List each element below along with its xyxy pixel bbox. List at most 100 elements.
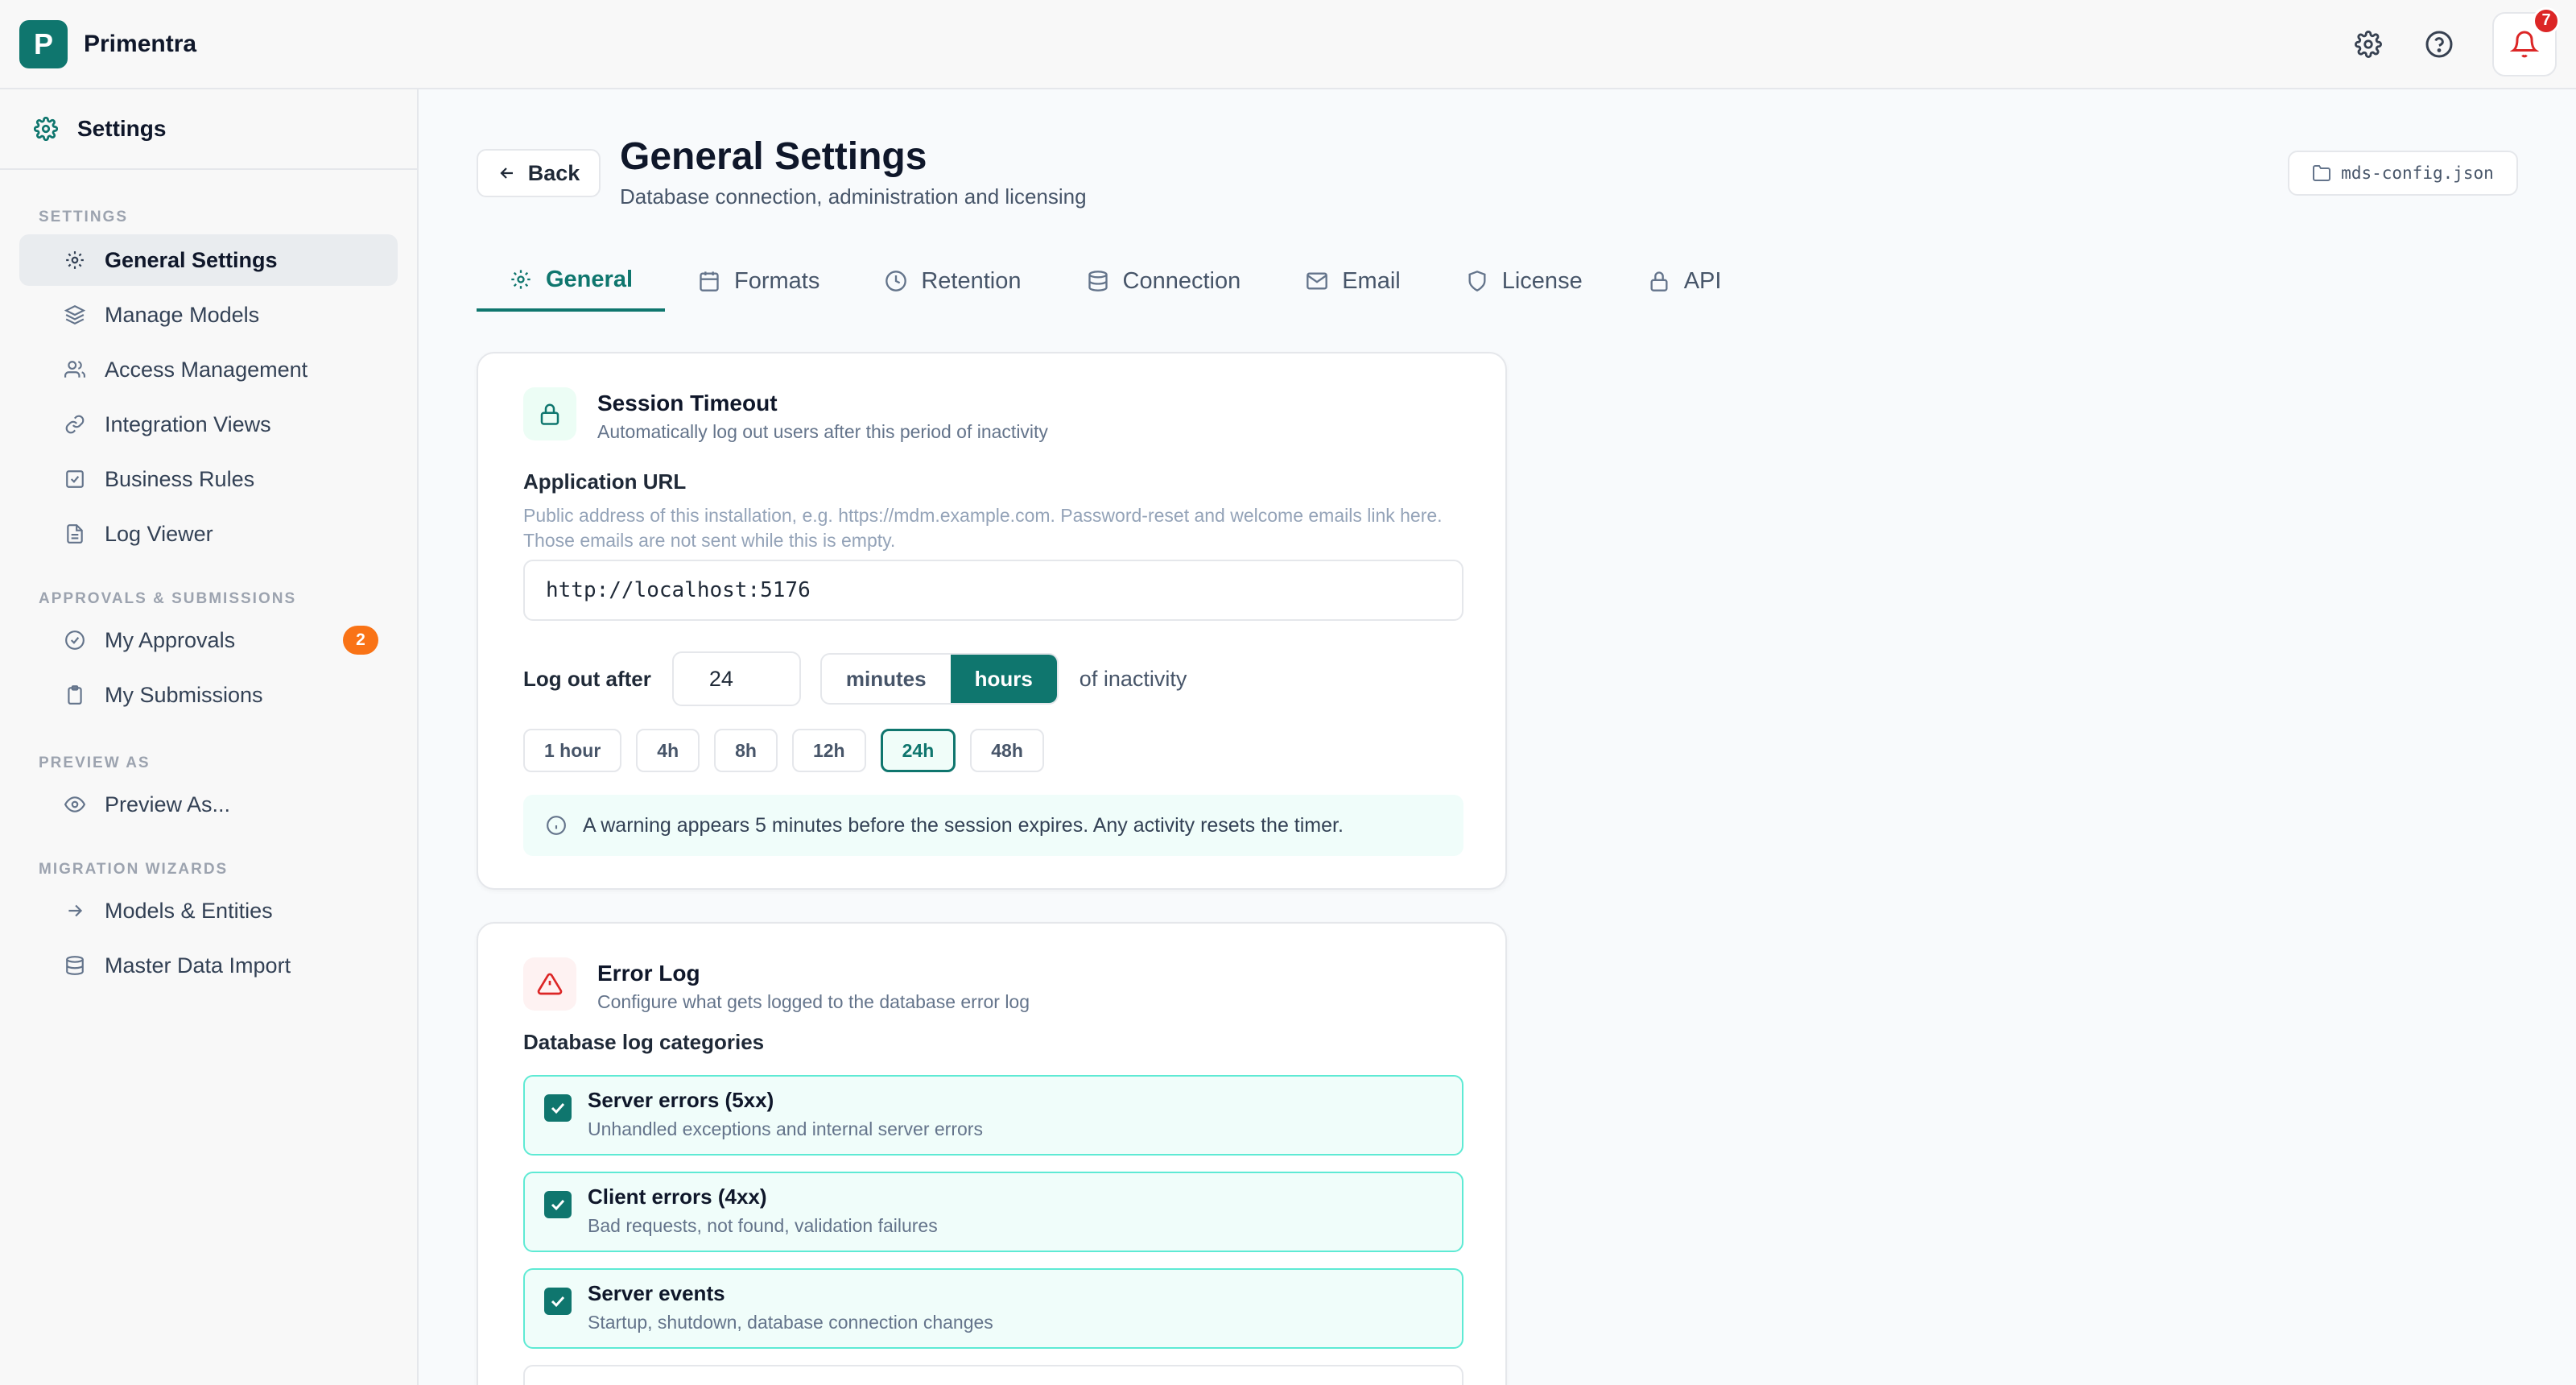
sidebar-item-models-entities[interactable]: Models & Entities: [19, 885, 398, 936]
log-category-server-errors[interactable]: Server errors (5xx) Unhandled exceptions…: [523, 1075, 1463, 1156]
clock-icon: [884, 269, 908, 293]
preset-8h[interactable]: 8h: [714, 729, 778, 772]
checkbox-icon: [63, 467, 87, 491]
lock-icon: [523, 387, 576, 440]
database-icon: [63, 953, 87, 978]
tab-license[interactable]: License: [1433, 250, 1615, 312]
tab-label: Email: [1342, 267, 1401, 294]
gear-icon[interactable]: [2351, 27, 2386, 62]
sidebar-section-migration: Migration Wizards: [39, 861, 229, 878]
back-button-label: Back: [527, 160, 580, 185]
tab-label: License: [1501, 267, 1583, 294]
checkbox-checked[interactable]: [544, 1288, 572, 1315]
inactivity-suffix: of inactivity: [1079, 666, 1187, 691]
sidebar-item-master-data-import[interactable]: Master Data Import: [19, 940, 398, 991]
calendar-icon: [697, 269, 721, 293]
checkbox-checked[interactable]: [544, 1094, 572, 1122]
tab-api[interactable]: API: [1615, 250, 1754, 312]
mail-icon: [1305, 269, 1329, 293]
logout-duration-input[interactable]: 24: [671, 651, 801, 706]
sidebar-item-label: Master Data Import: [105, 953, 291, 978]
sidebar-item-manage-models[interactable]: Manage Models: [19, 289, 398, 341]
sidebar-item-my-submissions[interactable]: My Submissions: [19, 669, 398, 721]
sidebar-header: Settings: [0, 89, 417, 170]
unit-minutes-button[interactable]: minutes: [822, 655, 951, 703]
tab-formats[interactable]: Formats: [665, 250, 852, 312]
tab-general[interactable]: General: [477, 250, 665, 312]
application-url-input[interactable]: http://localhost:5176: [523, 560, 1463, 621]
category-description: Startup, shutdown, database connection c…: [588, 1312, 993, 1333]
top-bar: P Primentra 7: [0, 0, 2576, 89]
log-categories-label: Database log categories: [523, 1030, 765, 1054]
lock-icon: [1647, 269, 1671, 293]
document-icon: [63, 522, 87, 546]
tab-label: Connection: [1122, 267, 1241, 294]
sidebar-item-log-viewer[interactable]: Log Viewer: [19, 508, 398, 560]
config-file-button[interactable]: mds-config.json: [2288, 151, 2518, 196]
sidebar-item-label: Log Viewer: [105, 521, 213, 546]
preset-48h[interactable]: 48h: [970, 729, 1044, 772]
app-name: Primentra: [84, 30, 197, 57]
unit-hours-button[interactable]: hours: [950, 655, 1057, 703]
log-category-partial[interactable]: [523, 1365, 1463, 1385]
sidebar-section-approvals: Approvals & Submissions: [39, 590, 297, 607]
sidebar-item-my-approvals[interactable]: My Approvals 2: [19, 614, 398, 666]
layers-icon: [63, 303, 87, 327]
preset-1-hour[interactable]: 1 hour: [523, 729, 622, 772]
info-icon: [546, 815, 567, 836]
config-file-name: mds-config.json: [2341, 163, 2494, 183]
shield-icon: [1465, 269, 1489, 293]
preset-24h[interactable]: 24h: [880, 729, 956, 772]
database-icon: [1086, 269, 1110, 293]
card-title: Session Timeout: [597, 391, 778, 416]
sidebar-item-general-settings[interactable]: General Settings: [19, 234, 398, 286]
category-title: Client errors (4xx): [588, 1184, 767, 1209]
tab-label: Retention: [921, 267, 1022, 294]
log-category-client-errors[interactable]: Client errors (4xx) Bad requests, not fo…: [523, 1172, 1463, 1252]
help-icon[interactable]: [2421, 27, 2457, 62]
page-title: General Settings: [620, 135, 927, 178]
sidebar-section-preview-as: Preview As: [39, 755, 151, 771]
link-icon: [63, 412, 87, 436]
alert-triangle-icon: [523, 957, 576, 1011]
session-timeout-card: Session Timeout Automatically log out us…: [477, 352, 1507, 890]
sidebar-item-business-rules[interactable]: Business Rules: [19, 453, 398, 505]
gear-icon: [63, 248, 87, 272]
settings-tabs: General Formats Retention Connection Ema…: [477, 250, 1753, 312]
category-title: Server events: [588, 1281, 725, 1305]
sidebar-item-label: Models & Entities: [105, 898, 273, 923]
clipboard-icon: [63, 683, 87, 707]
session-warning-info: A warning appears 5 minutes before the s…: [523, 795, 1463, 856]
application-url-label: Application URL: [523, 469, 687, 494]
category-description: Bad requests, not found, validation fail…: [588, 1215, 938, 1236]
sidebar-item-preview-as[interactable]: Preview As...: [19, 779, 398, 830]
back-button[interactable]: Back: [477, 149, 601, 197]
notifications-button[interactable]: 7: [2492, 6, 2560, 76]
tab-connection[interactable]: Connection: [1054, 250, 1274, 312]
app-logo[interactable]: P: [19, 19, 68, 68]
gear-icon: [34, 117, 58, 141]
notification-count-badge: 7: [2533, 6, 2560, 35]
sidebar-item-label: Manage Models: [105, 302, 260, 327]
preset-4h[interactable]: 4h: [636, 729, 700, 772]
sidebar: Settings Settings General Settings Manag…: [0, 89, 419, 1385]
checkbox-checked[interactable]: [544, 1191, 572, 1218]
bell-icon: [2510, 31, 2539, 57]
sidebar-item-integration-views[interactable]: Integration Views: [19, 399, 398, 450]
tab-label: Formats: [734, 267, 820, 294]
preset-12h[interactable]: 12h: [791, 729, 866, 772]
page-subtitle: Database connection, administration and …: [620, 184, 1087, 209]
card-description: Configure what gets logged to the databa…: [597, 991, 1030, 1012]
sidebar-item-label: General Settings: [105, 247, 278, 272]
error-log-card: Error Log Configure what gets logged to …: [477, 922, 1507, 1385]
category-title: Server errors (5xx): [588, 1088, 774, 1112]
timeout-presets: 1 hour 4h 8h 12h 24h 48h: [523, 729, 1044, 772]
log-category-server-events[interactable]: Server events Startup, shutdown, databas…: [523, 1268, 1463, 1349]
approvals-count-badge: 2: [343, 626, 378, 655]
tab-retention[interactable]: Retention: [852, 250, 1053, 312]
tab-label: API: [1683, 267, 1722, 294]
tab-email[interactable]: Email: [1273, 250, 1433, 312]
sidebar-item-access-management[interactable]: Access Management: [19, 344, 398, 395]
sidebar-title: Settings: [77, 116, 167, 141]
arrow-right-icon: [63, 899, 87, 923]
